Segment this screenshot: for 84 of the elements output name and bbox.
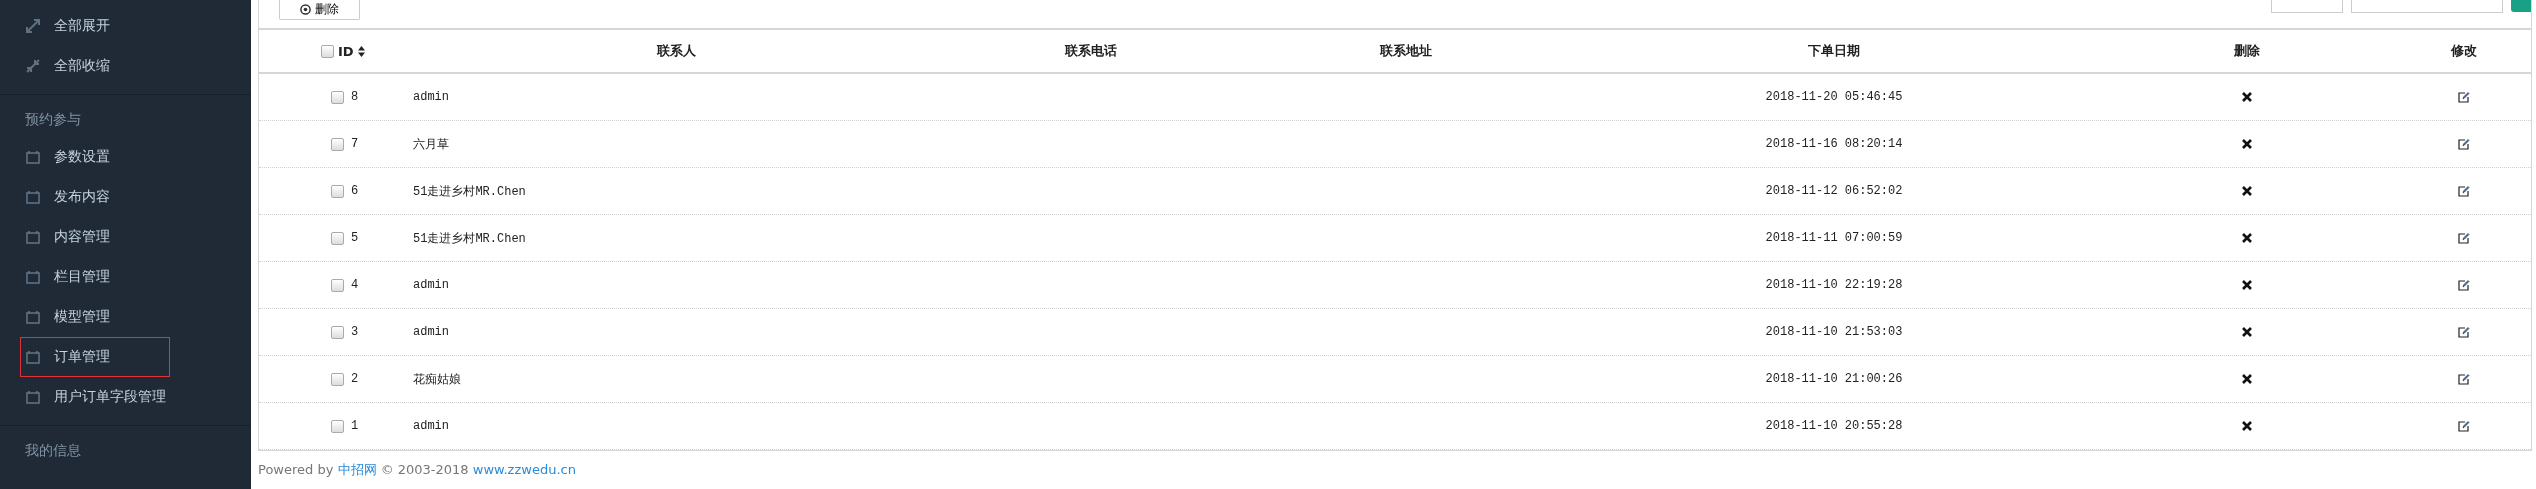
checkbox[interactable]	[331, 278, 344, 292]
table-cell: 2018-11-10 21:00:26	[1765, 372, 1903, 386]
table-cell: 7	[351, 137, 359, 151]
delete-button[interactable]: 删除	[279, 0, 360, 20]
checkbox[interactable]	[331, 137, 344, 151]
sidebar-item[interactable]: 订单管理	[20, 337, 170, 377]
table-cell: 2018-11-10 21:53:03	[1765, 325, 1903, 339]
sidebar-heading: 我的信息	[24, 441, 82, 460]
column-header: 删除	[2234, 42, 2260, 60]
calendar-icon	[26, 230, 40, 244]
edit-icon[interactable]	[2458, 420, 2470, 432]
table-cell-text: admin	[412, 419, 449, 433]
table-cell: 2018-11-20 05:46:45	[1765, 90, 1903, 104]
column-header[interactable]: ID	[338, 43, 354, 59]
checkbox[interactable]	[331, 325, 344, 339]
calendar-icon	[26, 150, 40, 164]
edit-icon[interactable]	[2458, 91, 2470, 103]
column-header: 修改	[2451, 42, 2477, 60]
delete-icon[interactable]	[2242, 421, 2252, 431]
column-header: 联系电话	[1065, 42, 1117, 60]
sidebar-item[interactable]: 内容管理	[20, 217, 170, 257]
sidebar-item[interactable]: 发布内容	[20, 177, 170, 217]
sidebar-item[interactable]: 参数设置	[20, 137, 170, 177]
table-cell: 1	[351, 419, 359, 433]
table-cell-text: admin	[412, 325, 449, 339]
delete-icon[interactable]	[2242, 327, 2252, 337]
delete-icon[interactable]	[2242, 139, 2252, 149]
delete-icon[interactable]	[2242, 374, 2252, 384]
expand-icon	[26, 19, 40, 33]
sidebar-heading: 预约参与	[24, 110, 82, 129]
table-cell-text: 51走进乡村MR.Chen	[412, 230, 526, 247]
table-cell-text: 51走进乡村MR.Chen	[412, 183, 526, 200]
table-cell: 2018-11-10 20:55:28	[1765, 419, 1903, 433]
circle-icon	[300, 4, 311, 15]
table-cell-text: admin	[412, 278, 449, 292]
column-header: 联系人	[656, 42, 696, 60]
calendar-icon	[26, 270, 40, 284]
compress-icon	[26, 59, 40, 73]
footer-text: Powered by 中招网 © 2003-2018 www.zzwedu.cn	[258, 461, 577, 479]
select-field[interactable]	[2271, 0, 2343, 13]
checkbox[interactable]	[331, 184, 344, 198]
column-header: 下单日期	[1808, 42, 1860, 60]
delete-icon[interactable]	[2242, 233, 2252, 243]
table-cell: 2018-11-16 08:20:14	[1765, 137, 1903, 151]
delete-icon[interactable]	[2242, 92, 2252, 102]
edit-icon[interactable]	[2458, 326, 2470, 338]
column-header: 联系地址	[1380, 42, 1432, 60]
edit-icon[interactable]	[2458, 138, 2470, 150]
table-cell: 3	[351, 325, 359, 339]
table-cell: 2018-11-12 06:52:02	[1765, 184, 1903, 198]
sidebar-item[interactable]: 栏目管理	[20, 257, 170, 297]
edit-icon[interactable]	[2458, 232, 2470, 244]
table-cell-text: 六月草	[412, 136, 449, 153]
url-link[interactable]: www.zzwedu.cn	[472, 462, 576, 477]
sidebar-item[interactable]: 用户订单字段管理	[20, 377, 170, 417]
sidebar-item[interactable]: 全部收缩	[20, 46, 170, 86]
table-cell: 2	[351, 372, 359, 386]
table-cell-text: admin	[412, 90, 449, 104]
calendar-icon	[26, 390, 40, 404]
checkbox[interactable]	[331, 90, 344, 104]
table-cell: 2018-11-10 22:19:28	[1765, 278, 1903, 292]
table-cell: 8	[351, 90, 359, 104]
search-field[interactable]	[2351, 0, 2503, 13]
table-cell: 5	[351, 231, 359, 245]
table-cell: 2018-11-11 07:00:59	[1765, 231, 1903, 245]
edit-icon[interactable]	[2458, 279, 2470, 291]
calendar-icon	[26, 190, 40, 204]
checkbox[interactable]	[321, 44, 334, 58]
delete-icon[interactable]	[2242, 280, 2252, 290]
sidebar-item[interactable]: 模型管理	[20, 297, 170, 337]
edit-icon[interactable]	[2458, 185, 2470, 197]
calendar-icon	[26, 350, 40, 364]
calendar-icon	[26, 310, 40, 324]
table-cell: 4	[351, 278, 359, 292]
delete-icon[interactable]	[2242, 186, 2252, 196]
sort-icon[interactable]	[357, 45, 365, 57]
edit-icon[interactable]	[2458, 373, 2470, 385]
table-cell: 6	[351, 184, 359, 198]
checkbox[interactable]	[331, 372, 344, 386]
checkbox[interactable]	[331, 419, 344, 433]
sidebar-item[interactable]: 全部展开	[20, 6, 170, 46]
site-link[interactable]: 中招网	[337, 462, 377, 477]
table-cell-text: 花痴姑娘	[412, 371, 461, 388]
checkbox[interactable]	[331, 231, 344, 245]
